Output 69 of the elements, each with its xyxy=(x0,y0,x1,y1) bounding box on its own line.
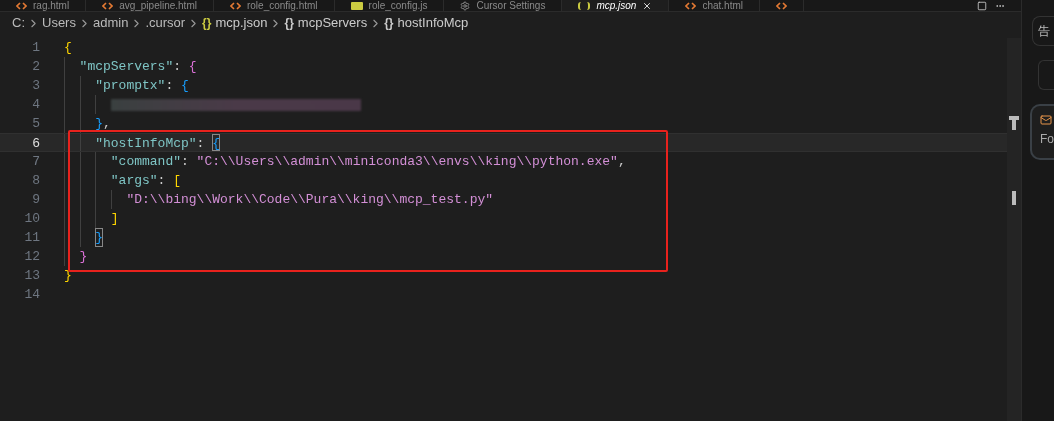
line-number: 14 xyxy=(23,286,41,304)
bracket: } xyxy=(95,115,103,133)
editor-tab[interactable]: avg_pipeline.html xyxy=(86,0,214,11)
line-number: 2 xyxy=(31,58,41,76)
punctuation: : xyxy=(181,153,190,171)
punctuation: : xyxy=(173,58,183,76)
breadcrumb-item[interactable]: C: xyxy=(12,13,25,33)
breadcrumb-item[interactable]: mcp.json xyxy=(215,13,268,33)
braces-icon xyxy=(578,1,591,10)
braces-icon: {} xyxy=(384,14,394,32)
code-icon xyxy=(685,1,697,10)
braces-icon: {} xyxy=(202,14,212,32)
editor-tab[interactable]: chat.html xyxy=(669,0,760,11)
line-number: 8 xyxy=(31,172,41,190)
script-icon xyxy=(350,1,363,10)
punctuation: , xyxy=(103,115,111,133)
line-number: 5 xyxy=(31,115,41,133)
editor-tab[interactable]: mcp.json xyxy=(562,0,670,11)
json-key: "promptx" xyxy=(95,76,166,95)
code-icon xyxy=(102,1,114,10)
line-number: 10 xyxy=(23,210,41,228)
json-key: "args" xyxy=(110,171,158,190)
json-string: "C:\\Users\\admin\\miniconda3\\envs\\king\\python.exe" xyxy=(196,153,618,171)
code-icon xyxy=(16,1,27,10)
punctuation: : xyxy=(196,135,206,151)
line-number: 12 xyxy=(23,248,41,266)
json-string: "D:\\bing\\Work\\Code\\Pura\\king\\mcp_test.py" xyxy=(126,191,494,209)
bracket: { xyxy=(188,58,197,76)
json-key: "command" xyxy=(110,152,181,171)
bracket: [ xyxy=(173,172,181,190)
bracket: { xyxy=(64,39,72,57)
settings-icon xyxy=(460,0,471,11)
card-label: Fo xyxy=(1040,132,1054,146)
line-number: 11 xyxy=(23,229,41,247)
bracket: } xyxy=(79,248,88,266)
line-number: 4 xyxy=(31,96,41,114)
breadcrumb-item[interactable]: Users xyxy=(42,13,76,33)
bracket: } xyxy=(95,228,103,247)
line-number: 13 xyxy=(23,267,41,285)
line-number: 3 xyxy=(31,77,41,95)
punctuation: : xyxy=(165,77,175,95)
editor-tab[interactable]: role_config.js xyxy=(334,0,445,11)
bracket: { xyxy=(181,77,189,95)
punctuation: : xyxy=(157,172,167,190)
panel-card[interactable]: Fo xyxy=(1030,104,1054,160)
code-icon xyxy=(776,1,787,10)
line-number: 6 xyxy=(31,135,41,151)
breadcrumb-item[interactable]: hostInfoMcp xyxy=(397,13,469,33)
breadcrumb-item[interactable]: .cursor xyxy=(145,13,186,33)
bracket: { xyxy=(212,134,221,151)
braces-icon: {} xyxy=(284,14,294,32)
panel-button[interactable]: 告 xyxy=(1032,16,1054,46)
scrollbar[interactable] xyxy=(1007,38,1021,421)
split-editor-icon[interactable] xyxy=(977,1,987,11)
mail-icon xyxy=(1040,114,1052,126)
bracket: } xyxy=(64,267,72,285)
breadcrumb-item[interactable]: admin xyxy=(92,13,129,33)
bracket: ] xyxy=(110,210,119,228)
code-icon xyxy=(229,1,241,10)
editor-tab[interactable]: role_config.html xyxy=(213,0,335,11)
breadcrumb-item[interactable]: mcpServers xyxy=(297,13,368,33)
punctuation: , xyxy=(617,153,626,171)
line-number: 9 xyxy=(31,191,41,209)
line-number: 7 xyxy=(31,153,41,171)
close-icon[interactable] xyxy=(642,0,653,11)
json-key: "mcpServers" xyxy=(79,57,174,76)
line-number: 1 xyxy=(31,39,41,57)
editor-tab[interactable]: rag.html xyxy=(0,0,87,11)
json-key: "hostInfoMcp" xyxy=(95,134,197,151)
